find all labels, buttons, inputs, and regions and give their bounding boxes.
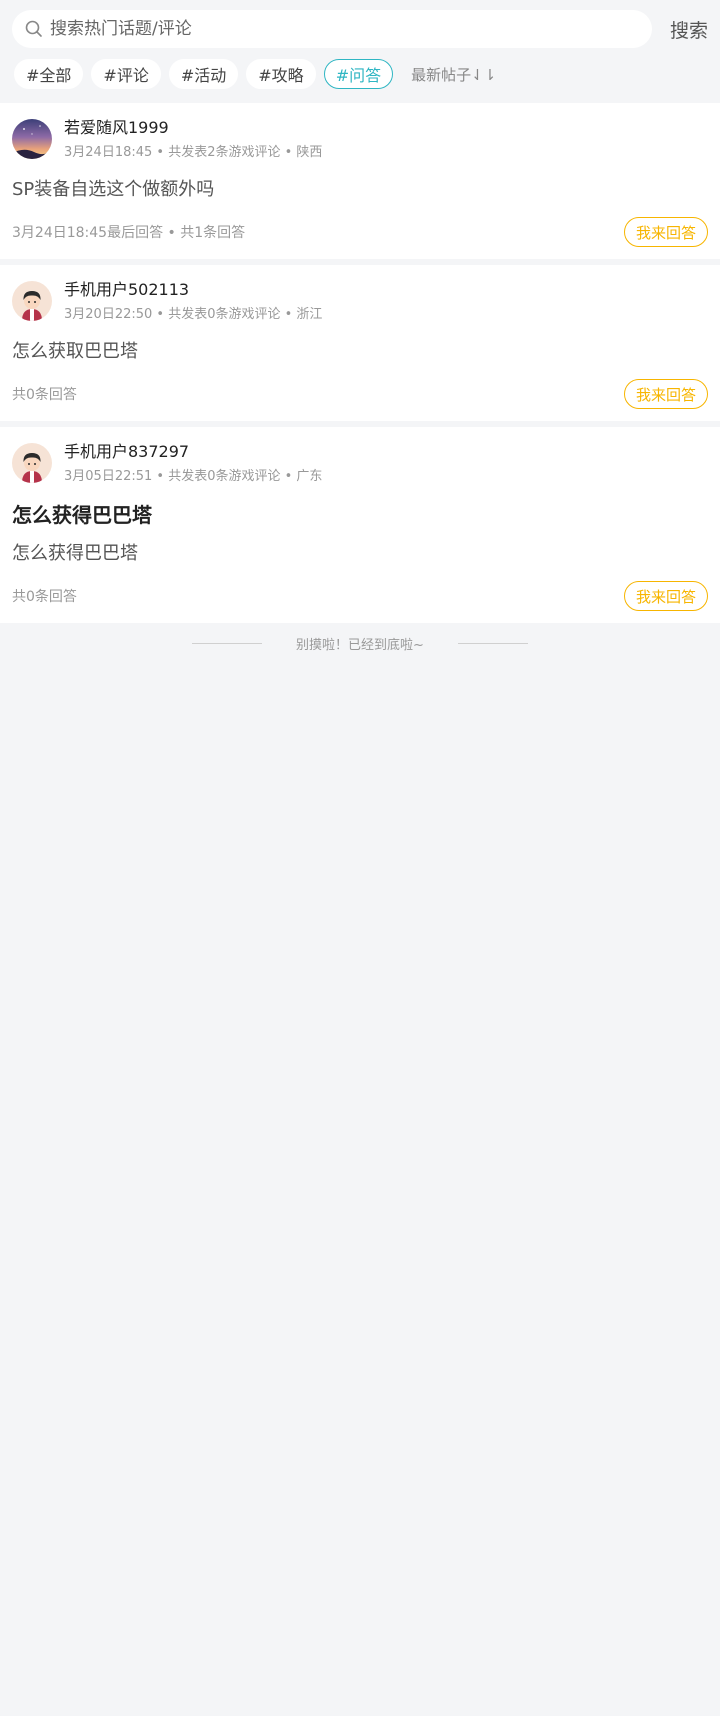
post-title[interactable]: 怎么获得巴巴塔 [12, 501, 708, 529]
tag-filter-bar: #全部 #评论 #活动 #攻略 #问答 最新帖子⇃⇂ [12, 57, 708, 91]
divider-right [457, 642, 528, 644]
author-info: 若爱随风1999 3月24日18:45 • 共发表2条游戏评论 • 陕西 [64, 117, 708, 161]
search-input[interactable] [48, 18, 652, 40]
search-icon [24, 19, 44, 39]
answer-stats: 共0条回答 [12, 387, 77, 403]
author-info: 手机用户502113 3月20日22:50 • 共发表0条游戏评论 • 浙江 [64, 279, 708, 323]
tag-all[interactable]: #全部 [14, 59, 84, 89]
post-list: 若爱随风1999 3月24日18:45 • 共发表2条游戏评论 • 陕西 SP装… [0, 103, 720, 623]
header: 搜索 #全部 #评论 #活动 #攻略 #问答 最新帖子⇃⇂ [0, 0, 720, 91]
avatar[interactable] [12, 119, 52, 159]
answer-stats: 3月24日18:45最后回答 • 共1条回答 [12, 225, 246, 241]
author-name[interactable]: 若爱随风1999 [64, 117, 708, 139]
author-meta: 3月20日22:50 • 共发表0条游戏评论 • 浙江 [64, 307, 323, 322]
post-card[interactable]: 手机用户502113 3月20日22:50 • 共发表0条游戏评论 • 浙江 怎… [0, 265, 720, 421]
author-info: 手机用户837297 3月05日22:51 • 共发表0条游戏评论 • 广东 [64, 441, 708, 485]
end-of-list-text: 别摸啦！已经到底啦~ [296, 637, 424, 653]
tag-qa[interactable]: #问答 [323, 59, 394, 89]
avatar[interactable] [12, 443, 52, 483]
post-card[interactable]: 手机用户837297 3月05日22:51 • 共发表0条游戏评论 • 广东 怎… [0, 427, 720, 623]
tag-guides[interactable]: #攻略 [246, 59, 316, 89]
author-name[interactable]: 手机用户502113 [64, 279, 708, 301]
tag-events[interactable]: #活动 [168, 59, 239, 89]
post-card[interactable]: 若爱随风1999 3月24日18:45 • 共发表2条游戏评论 • 陕西 SP装… [0, 103, 720, 259]
post-footer: 共0条回答 我来回答 [12, 581, 708, 611]
list-end-indicator: 别摸啦！已经到底啦~ [0, 623, 720, 663]
post-author: 手机用户837297 3月05日22:51 • 共发表0条游戏评论 • 广东 [12, 441, 708, 485]
search-row: 搜索 [12, 10, 708, 48]
answer-button[interactable]: 我来回答 [623, 379, 708, 409]
post-author: 手机用户502113 3月20日22:50 • 共发表0条游戏评论 • 浙江 [12, 279, 708, 323]
answer-button[interactable]: 我来回答 [623, 581, 708, 611]
post-footer: 3月24日18:45最后回答 • 共1条回答 我来回答 [12, 217, 708, 247]
post-content[interactable]: SP装备自选这个做额外吗 [12, 177, 708, 203]
author-meta: 3月24日18:45 • 共发表2条游戏评论 • 陕西 [64, 145, 323, 160]
search-box[interactable] [12, 10, 652, 48]
tag-reviews[interactable]: #评论 [91, 59, 161, 89]
post-content[interactable]: 怎么获得巴巴塔 [12, 541, 708, 567]
author-name[interactable]: 手机用户837297 [64, 441, 708, 463]
post-author: 若爱随风1999 3月24日18:45 • 共发表2条游戏评论 • 陕西 [12, 117, 708, 161]
search-button[interactable]: 搜索 [652, 16, 708, 43]
avatar[interactable] [12, 281, 52, 321]
post-footer: 共0条回答 我来回答 [12, 379, 708, 409]
author-meta: 3月05日22:51 • 共发表0条游戏评论 • 广东 [64, 469, 323, 484]
divider-left [192, 642, 263, 644]
answer-button[interactable]: 我来回答 [623, 217, 708, 247]
post-content[interactable]: 怎么获取巴巴塔 [12, 339, 708, 365]
answer-stats: 共0条回答 [12, 589, 77, 605]
sort-latest-posts[interactable]: 最新帖子⇃⇂ [411, 64, 496, 85]
